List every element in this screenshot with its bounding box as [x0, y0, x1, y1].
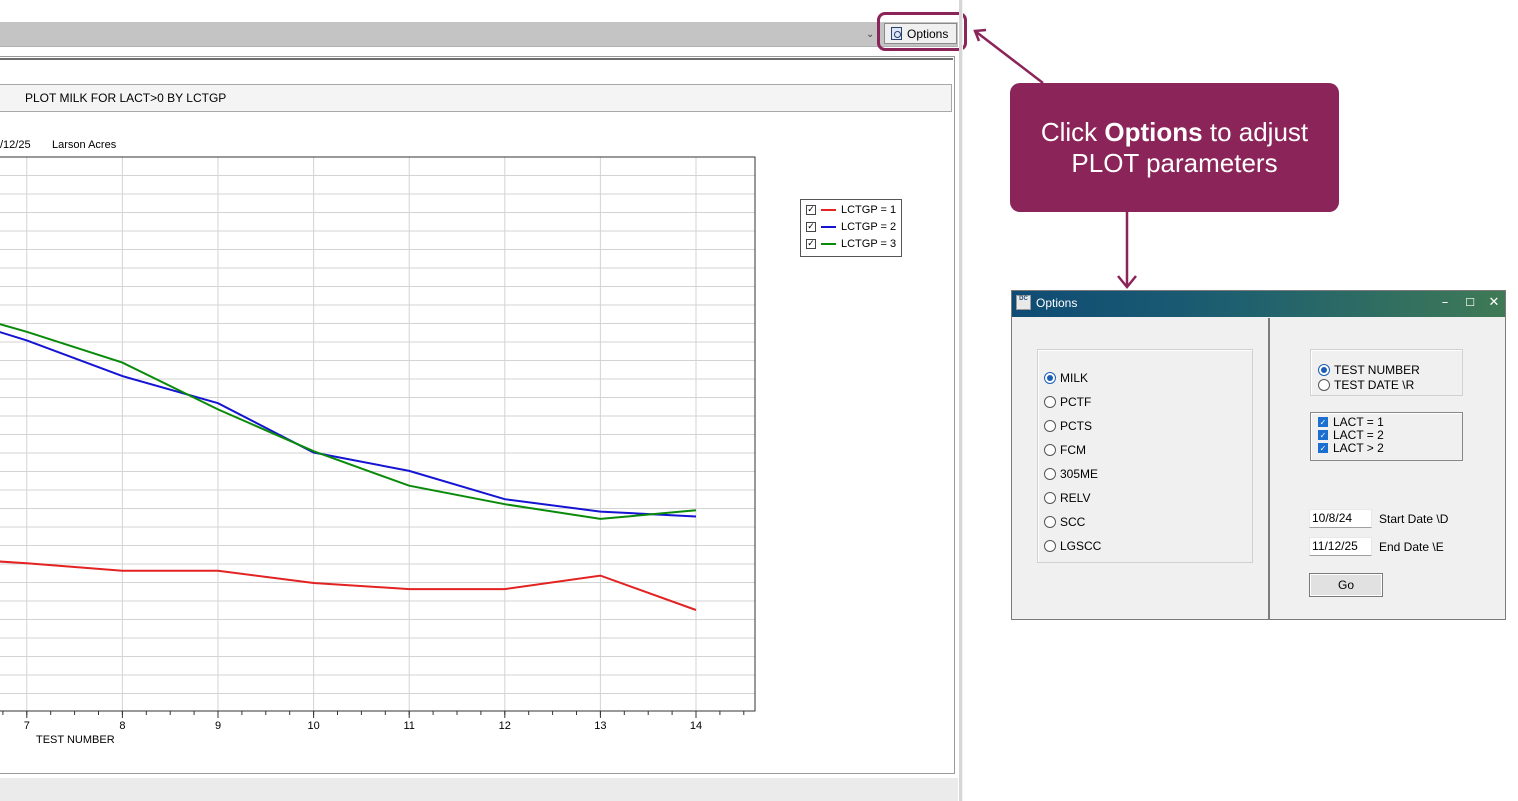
- callout-suffix: to adjust: [1209, 116, 1309, 147]
- callout-line-2: PLOT parameters: [1071, 147, 1278, 178]
- checkbox-label: LACT = 2: [1333, 427, 1384, 442]
- legend-label: LCTGP = 1: [841, 204, 897, 216]
- radio-label: PCTF: [1060, 395, 1092, 409]
- pane-splitter-edge: [962, 0, 963, 801]
- x-tick-label: 14: [690, 720, 702, 732]
- radio-label: SCC: [1060, 515, 1086, 529]
- checkbox-indicator[interactable]: ✓: [1318, 442, 1328, 453]
- radio-scc[interactable]: SCC: [1044, 515, 1085, 529]
- radio-pctf[interactable]: PCTF: [1044, 395, 1091, 409]
- radio-indicator[interactable]: [1318, 379, 1330, 391]
- radio-indicator[interactable]: [1044, 540, 1056, 552]
- legend-swatch: [821, 243, 836, 245]
- dialog-title: Options: [1036, 296, 1078, 310]
- radio-label: TEST NUMBER: [1334, 363, 1420, 377]
- callout-emphasis: Options: [1104, 116, 1203, 147]
- x-tick-label: 11: [403, 720, 414, 732]
- legend-item[interactable]: ✓ LCTGP = 1: [806, 203, 896, 217]
- checkbox-label: LACT > 2: [1333, 440, 1384, 455]
- arrow-to-options-head: [973, 28, 987, 42]
- legend-item[interactable]: ✓ LCTGP = 3: [806, 237, 896, 251]
- radio-305me[interactable]: 305ME: [1044, 467, 1098, 481]
- legend-checkbox[interactable]: ✓: [806, 205, 816, 215]
- maximize-icon[interactable]: ☐: [1462, 295, 1478, 311]
- go-button[interactable]: Go: [1309, 573, 1383, 597]
- start-date-field[interactable]: 10/8/24: [1309, 509, 1372, 528]
- series-line-lctgp-3: [0, 323, 697, 520]
- minimize-icon[interactable]: –: [1437, 295, 1453, 311]
- x-tick-label: 9: [215, 720, 221, 732]
- legend-checkbox[interactable]: ✓: [806, 239, 816, 249]
- radio-label: TEST DATE \R: [1334, 378, 1415, 392]
- app-window: ⌄ Options PLOT MILK FOR LACT>0 BY LCTGP …: [0, 0, 1518, 801]
- radio-label: PCTS: [1060, 419, 1093, 433]
- chart-legend: ✓ LCTGP = 1 ✓ LCTGP = 2 ✓ LCTGP = 3: [800, 199, 902, 257]
- radio-relv[interactable]: RELV: [1044, 491, 1090, 505]
- x-axis-label: TEST NUMBER: [36, 734, 115, 746]
- radio-label: LGSCC: [1060, 539, 1102, 553]
- radio-indicator[interactable]: [1044, 468, 1056, 480]
- dialog-titlebar[interactable]: DC Options – ☐ ✕: [1012, 291, 1505, 317]
- series-line-lctgp-1: [0, 560, 697, 611]
- checkbox-indicator[interactable]: ✓: [1318, 416, 1328, 427]
- line-chart: 7 8 9 10 11 12 13 14 TEST NUMBER: [0, 156, 756, 746]
- arrow-to-dialog-head: [1117, 275, 1137, 289]
- legend-label: LCTGP = 2: [841, 221, 897, 233]
- legend-swatch: [821, 209, 836, 211]
- radio-test-date[interactable]: TEST DATE \R: [1318, 378, 1414, 392]
- callout-line-1: Click Options to adjust: [1010, 117, 1339, 148]
- legend-swatch: [821, 226, 836, 228]
- radio-label: 305ME: [1060, 467, 1099, 481]
- callout-prefix: Click: [1040, 116, 1098, 147]
- radio-lgscc[interactable]: LGSCC: [1044, 539, 1101, 553]
- radio-indicator[interactable]: [1044, 516, 1056, 528]
- app-icon: DC: [1016, 295, 1031, 310]
- radio-indicator[interactable]: [1044, 420, 1056, 432]
- radio-indicator[interactable]: [1044, 492, 1056, 504]
- dialog-pane-divider: [1268, 318, 1270, 620]
- x-tick-label: 10: [307, 720, 319, 732]
- start-date-label: Start Date \D: [1379, 512, 1449, 526]
- checkbox-indicator[interactable]: ✓: [1318, 429, 1328, 440]
- legend-label: LCTGP = 3: [841, 238, 897, 250]
- radio-indicator[interactable]: [1044, 372, 1056, 384]
- close-icon[interactable]: ✕: [1486, 295, 1502, 311]
- instruction-callout: Click Options to adjust PLOT parameters: [1010, 83, 1339, 212]
- x-tick-label: 13: [594, 720, 606, 732]
- x-tick-label: 8: [119, 720, 125, 732]
- radio-pcts[interactable]: PCTS: [1044, 419, 1092, 433]
- radio-label: MILK: [1060, 371, 1089, 385]
- radio-label: FCM: [1060, 443, 1086, 457]
- radio-indicator[interactable]: [1044, 396, 1056, 408]
- checkbox-label: LACT = 1: [1333, 414, 1384, 429]
- radio-indicator[interactable]: [1044, 444, 1056, 456]
- x-tick-label: 12: [499, 720, 511, 732]
- options-dialog: DC Options – ☐ ✕ MILK PCTF PCTS FCM 305ME REL…: [1011, 290, 1506, 620]
- radio-fcm[interactable]: FCM: [1044, 443, 1086, 457]
- radio-indicator[interactable]: [1318, 364, 1330, 376]
- radio-label: RELV: [1060, 491, 1091, 505]
- checkbox-lact-gt-2[interactable]: ✓ LACT > 2: [1318, 440, 1384, 455]
- radio-test-number[interactable]: TEST NUMBER: [1318, 363, 1420, 377]
- radio-milk[interactable]: MILK: [1044, 371, 1088, 385]
- arrow-to-options-line: [974, 30, 1044, 84]
- end-date-label: End Date \E: [1379, 540, 1444, 554]
- x-tick-label: 7: [24, 720, 30, 732]
- checkbox-lact-2[interactable]: ✓ LACT = 2: [1318, 427, 1384, 442]
- end-date-field[interactable]: 11/12/25: [1309, 537, 1372, 556]
- legend-item[interactable]: ✓ LCTGP = 2: [806, 220, 896, 234]
- checkbox-lact-1[interactable]: ✓ LACT = 1: [1318, 414, 1384, 429]
- legend-checkbox[interactable]: ✓: [806, 222, 816, 232]
- status-strip: [0, 778, 958, 801]
